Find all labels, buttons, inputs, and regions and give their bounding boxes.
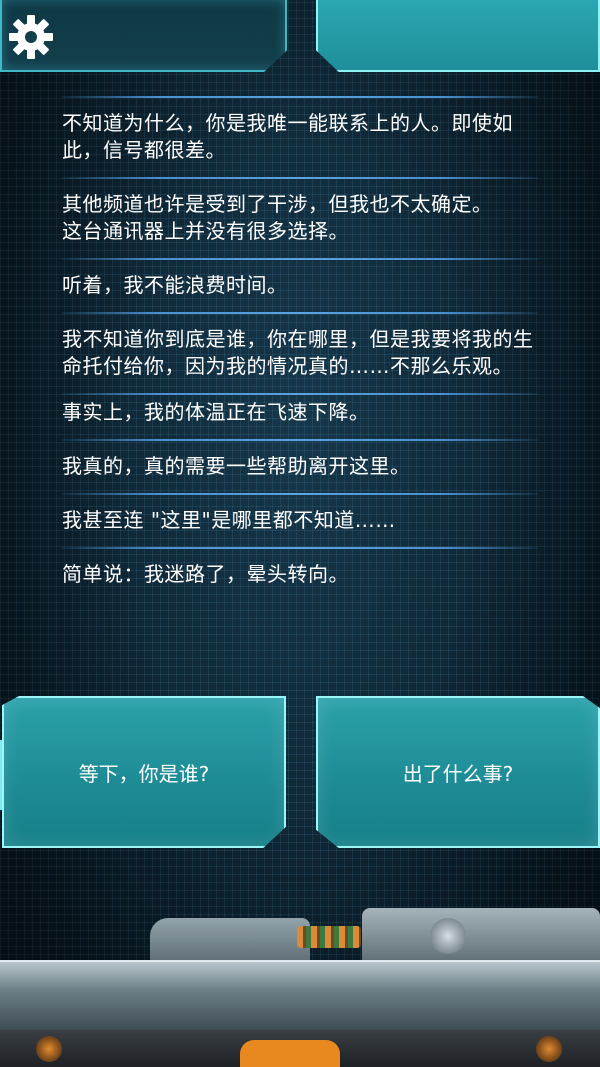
choice-button-what-happened[interactable]: 出了什么事? — [316, 696, 600, 848]
dialogue-log: 不知道为什么，你是我唯一能联系上的人。即使如此，信号都很差。 其他频道也许是受到… — [62, 96, 538, 601]
bolt-icon — [536, 1036, 562, 1062]
bottom-machinery — [0, 890, 600, 1067]
gear-icon — [9, 15, 53, 59]
dialogue-message: 其他频道也许是受到了干涉，但我也不太确定。 这台通讯器上并没有很多选择。 — [62, 177, 538, 258]
dialogue-message: 不知道为什么，你是我唯一能联系上的人。即使如此，信号都很差。 — [62, 96, 538, 177]
machine-wires — [297, 926, 361, 948]
dialogue-message: 我真的，真的需要一些帮助离开这里。 — [62, 439, 538, 493]
choice-button-who-are-you[interactable]: 等下，你是谁? — [2, 696, 286, 848]
choice-label: 出了什么事? — [402, 761, 514, 786]
choice-label: 等下，你是谁? — [78, 761, 210, 786]
bolt-icon — [36, 1036, 62, 1062]
machine-block — [362, 908, 600, 966]
machine-knob — [430, 918, 466, 954]
settings-button[interactable] — [8, 14, 54, 60]
dialogue-message: 事实上，我的体温正在飞速下降。 — [62, 393, 538, 439]
dialogue-message: 听着，我不能浪费时间。 — [62, 258, 538, 312]
machine-bar — [0, 960, 600, 1030]
dialogue-message: 我甚至连 "这里"是哪里都不知道…… — [62, 493, 538, 547]
dialogue-message: 我不知道你到底是谁，你在哪里，但是我要将我的生命托付给你，因为我的情况真的……不… — [62, 312, 538, 393]
top-panel-right — [316, 0, 600, 72]
dialogue-message: 简单说：我迷路了，晕头转向。 — [62, 547, 538, 601]
machine-orange-part — [240, 1040, 340, 1067]
machine-hump — [150, 918, 310, 966]
